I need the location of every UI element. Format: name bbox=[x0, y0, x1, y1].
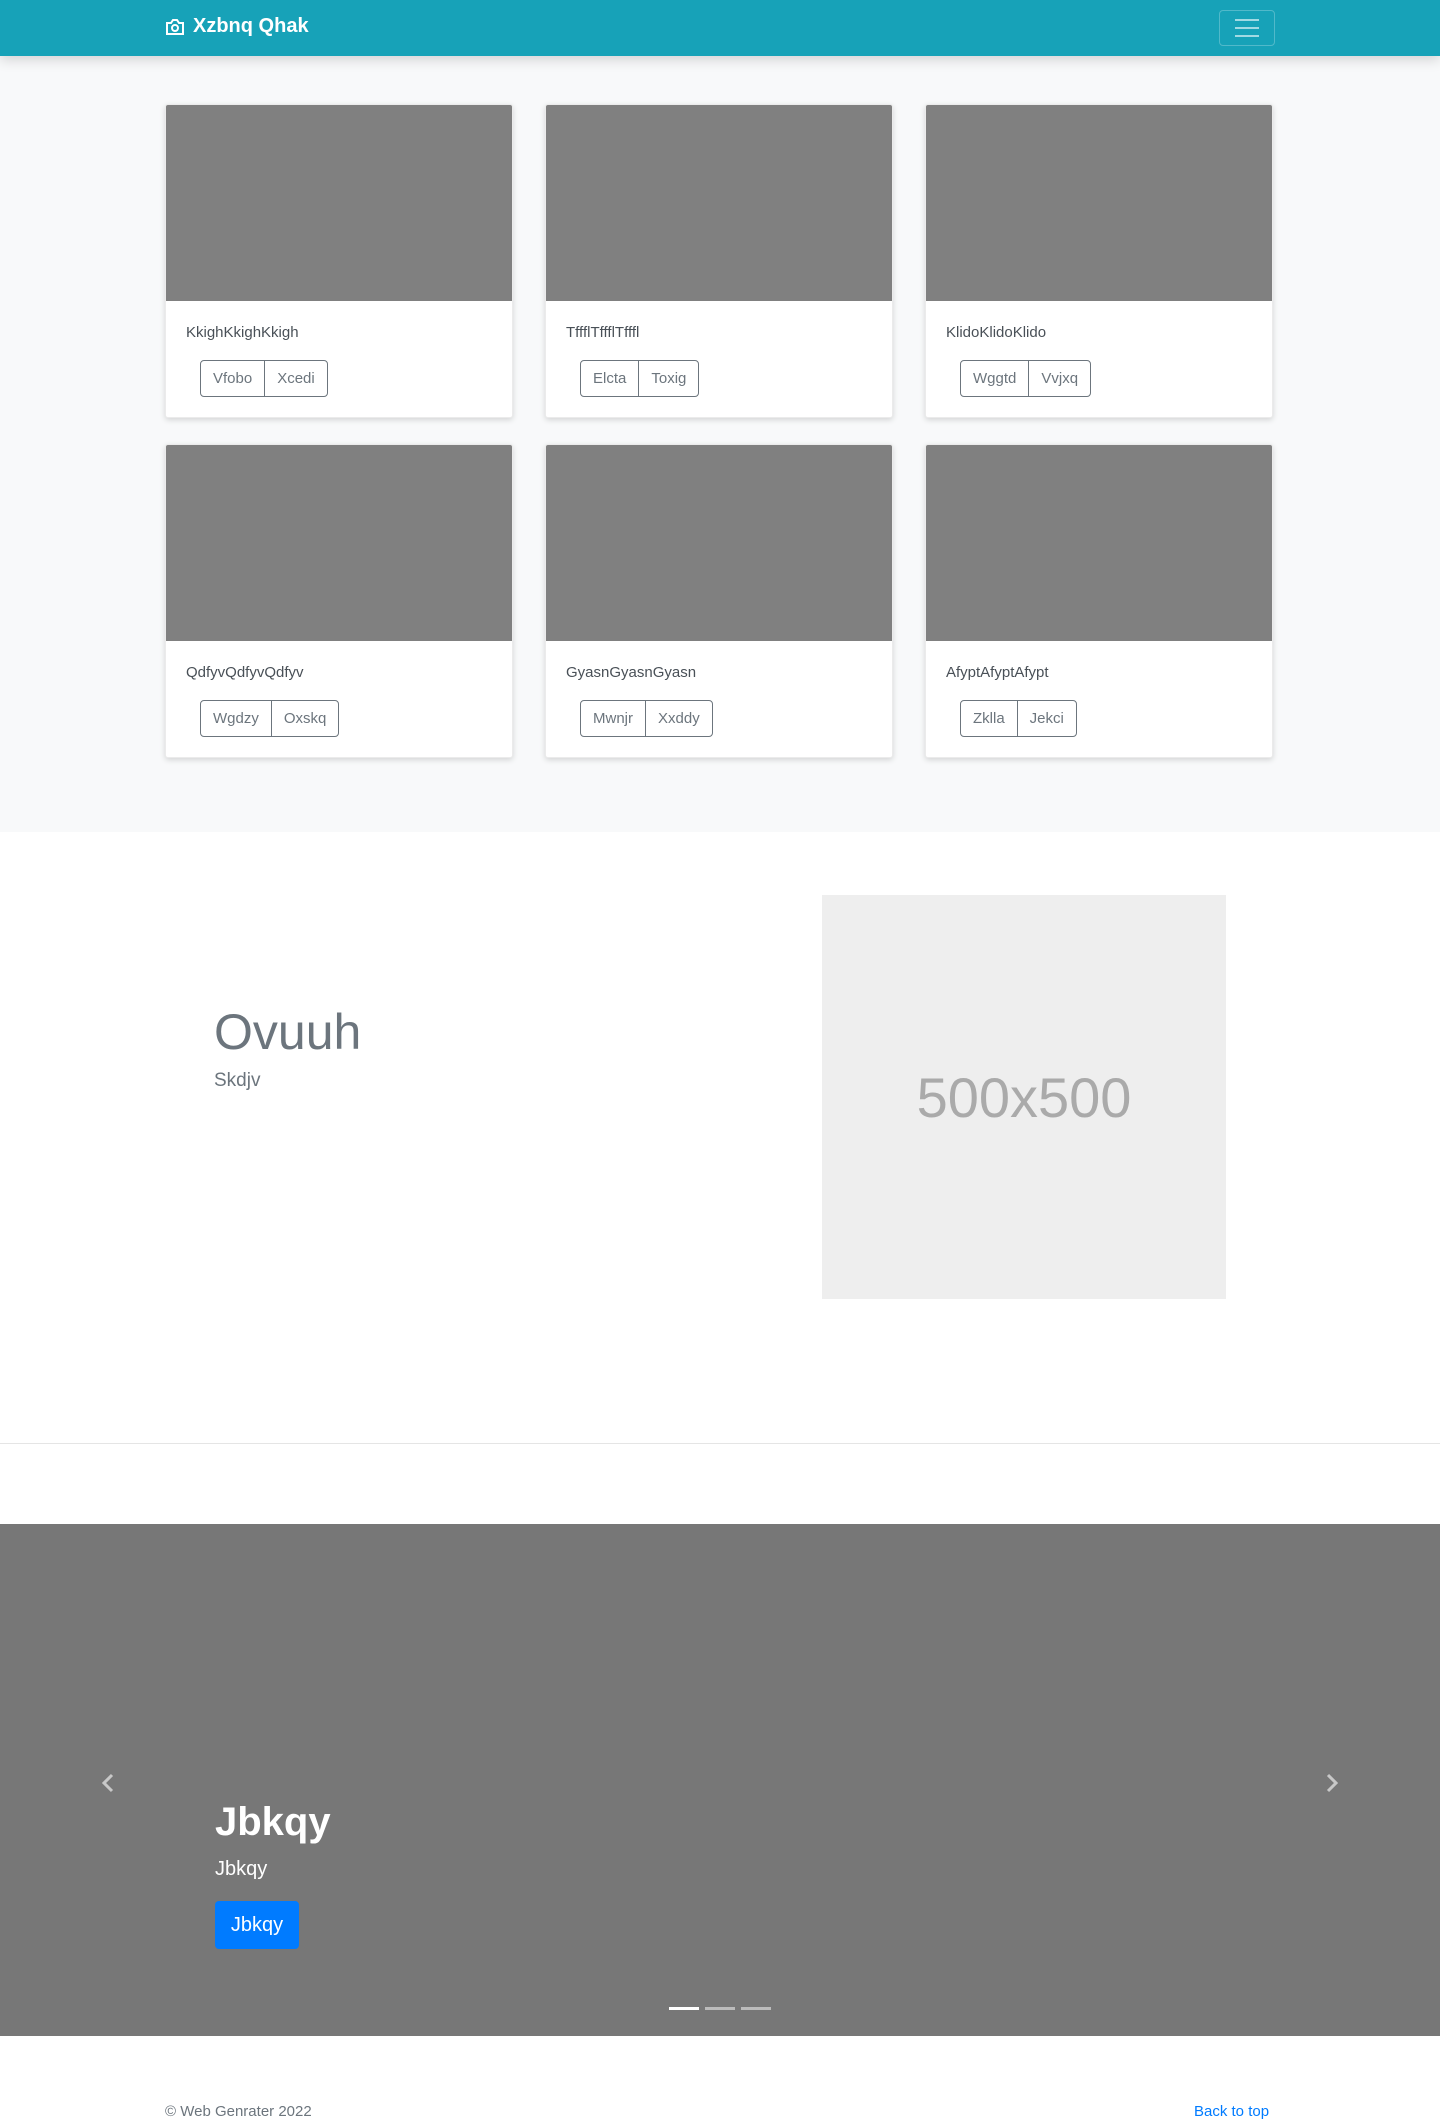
album-card: TffflTffflTfffl Elcta Toxig bbox=[545, 104, 893, 418]
carousel-caption-text: Jbkqy bbox=[215, 1858, 268, 1880]
card-text: QdfyvQdfyvQdfyv bbox=[186, 664, 304, 681]
card-thumbnail bbox=[926, 105, 1272, 301]
card-text: KkighKkighKkigh bbox=[186, 324, 299, 341]
card-button-group: Vfobo Xcedi bbox=[200, 360, 328, 397]
brand-link[interactable]: Xzbnq Qhak bbox=[165, 15, 309, 38]
card-text: TffflTffflTfffl bbox=[566, 324, 640, 341]
navbar-toggler-button[interactable] bbox=[1219, 10, 1275, 46]
navbar: Xzbnq Qhak bbox=[0, 0, 1440, 56]
card-button-group: Mwnjr Xxddy bbox=[580, 700, 713, 737]
card-button-group: Elcta Toxig bbox=[580, 360, 700, 397]
carousel-prev-button[interactable] bbox=[93, 1768, 123, 1798]
card-thumbnail bbox=[166, 445, 512, 641]
carousel-indicator-3[interactable] bbox=[741, 2007, 771, 2010]
feature-image-placeholder: 500x500 bbox=[822, 895, 1226, 1299]
carousel-indicator-2[interactable] bbox=[705, 2007, 735, 2010]
card-thumbnail bbox=[546, 445, 892, 641]
card-button-0[interactable]: Zklla bbox=[960, 700, 1018, 737]
carousel-next-button[interactable] bbox=[1317, 1768, 1347, 1798]
card-button-0[interactable]: Wggtd bbox=[960, 360, 1030, 397]
card-button-0[interactable]: Mwnjr bbox=[580, 700, 646, 737]
card-text: KlidoKlidoKlido bbox=[946, 324, 1047, 341]
hamburger-icon-line bbox=[1235, 27, 1259, 29]
chevron-right-icon bbox=[1326, 1773, 1338, 1793]
card-button-1[interactable]: Jekci bbox=[1016, 700, 1077, 737]
feature-heading: Ovuuh bbox=[214, 1004, 362, 1060]
card-button-1[interactable]: Toxig bbox=[638, 360, 700, 397]
album-section: KkighKkighKkigh Vfobo Xcedi TffflTffflTf… bbox=[0, 56, 1440, 832]
card-button-0[interactable]: Vfobo bbox=[200, 360, 266, 397]
feature-subheading: Skdjv bbox=[214, 1070, 261, 1091]
card-button-1[interactable]: Vvjxq bbox=[1028, 360, 1092, 397]
card-button-group: Zklla Jekci bbox=[960, 700, 1077, 737]
card-thumbnail bbox=[546, 105, 892, 301]
chevron-left-icon bbox=[102, 1773, 114, 1793]
footer-copyright: © Web Genrater 2022 bbox=[165, 2103, 312, 2120]
camera-icon bbox=[166, 18, 184, 35]
album-card: KlidoKlidoKlido Wggtd Vvjxq bbox=[925, 104, 1273, 418]
album-card: KkighKkighKkigh Vfobo Xcedi bbox=[165, 104, 513, 418]
card-button-1[interactable]: Xcedi bbox=[264, 360, 328, 397]
album-card: AfyptAfyptAfypt Zklla Jekci bbox=[925, 444, 1273, 758]
carousel-indicator-1[interactable] bbox=[669, 2007, 699, 2010]
card-thumbnail bbox=[166, 105, 512, 301]
hamburger-icon bbox=[1235, 19, 1259, 21]
carousel-indicators bbox=[669, 2007, 771, 2010]
card-thumbnail bbox=[926, 445, 1272, 641]
back-to-top-link[interactable]: Back to top bbox=[1194, 2103, 1269, 2120]
carousel-caption-title: Jbkqy bbox=[215, 1800, 331, 1844]
brand-name: Xzbnq Qhak bbox=[193, 15, 309, 37]
carousel-caption-button[interactable]: Jbkqy bbox=[215, 1901, 299, 1949]
card-button-0[interactable]: Wgdzy bbox=[200, 700, 272, 737]
placeholder-label: 500x500 bbox=[916, 1065, 1132, 1129]
section-divider bbox=[0, 1443, 1440, 1444]
card-button-group: Wgdzy Oxskq bbox=[200, 700, 340, 737]
card-text: GyasnGyasnGyasn bbox=[566, 664, 697, 681]
album-card: QdfyvQdfyvQdfyv Wgdzy Oxskq bbox=[165, 444, 513, 758]
card-button-1[interactable]: Oxskq bbox=[270, 700, 340, 737]
card-button-group: Wggtd Vvjxq bbox=[960, 360, 1092, 397]
card-button-1[interactable]: Xxddy bbox=[645, 700, 713, 737]
carousel: Jbkqy Jbkqy Jbkqy bbox=[0, 1524, 1440, 2036]
card-text: AfyptAfyptAfypt bbox=[946, 664, 1049, 681]
album-card: GyasnGyasnGyasn Mwnjr Xxddy bbox=[545, 444, 893, 758]
hamburger-icon-line bbox=[1235, 35, 1259, 37]
card-button-0[interactable]: Elcta bbox=[580, 360, 640, 397]
